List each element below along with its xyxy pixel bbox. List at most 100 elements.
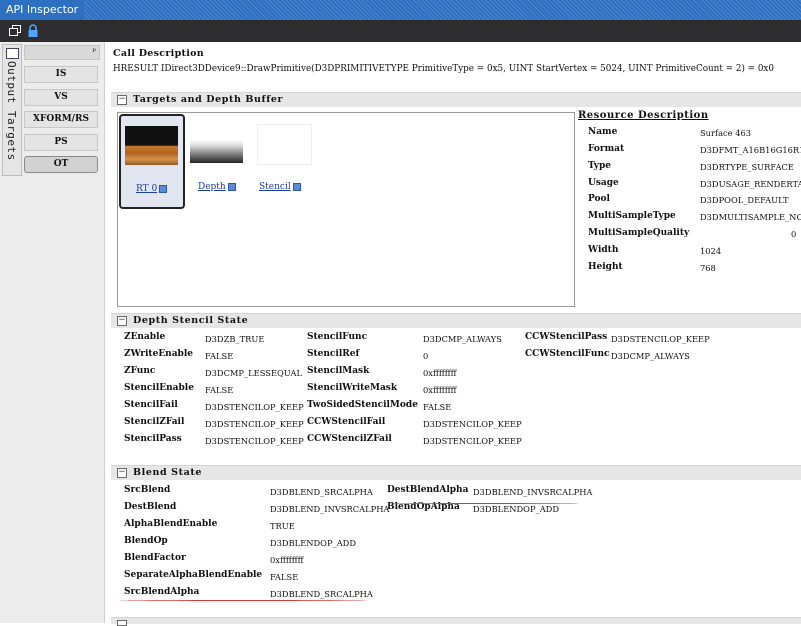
resource-field-name: Width <box>588 245 619 255</box>
state-name: StencilRef <box>307 349 360 359</box>
stencil-thumbnail <box>257 124 312 165</box>
render-target-stencil[interactable]: Stencil <box>253 114 315 205</box>
state-value: D3DBLEND_INVSRCALPHA <box>473 487 593 497</box>
stage-button-xform-rs[interactable]: XFORM/RS <box>24 111 98 128</box>
link-icon <box>159 184 168 193</box>
state-value: D3DZB_TRUE <box>205 334 265 344</box>
state-value: FALSE <box>270 572 299 582</box>
state-value: D3DSTENCILOP_KEEP <box>205 436 304 446</box>
state-value: D3DSTENCILOP_KEEP <box>611 334 710 344</box>
render-target-rt0[interactable]: RT 0 <box>119 114 185 209</box>
state-name: AlphaBlendEnable <box>124 519 218 529</box>
state-value: FALSE <box>205 385 234 395</box>
collapse-icon[interactable]: − <box>117 316 127 326</box>
state-name: StencilMask <box>307 366 370 376</box>
pin-bar: ᵖ <box>24 45 100 60</box>
stencil-label: Stencil <box>259 182 291 192</box>
stage-button-is[interactable]: IS <box>24 66 98 83</box>
resource-field-value: Surface 463 <box>700 128 752 138</box>
stencil-link[interactable]: Stencil <box>259 182 301 192</box>
state-name: StencilEnable <box>124 383 194 393</box>
state-value: FALSE <box>423 402 452 412</box>
state-name: BlendOp <box>124 536 168 546</box>
state-value: D3DBLENDOP_ADD <box>270 538 356 548</box>
state-value: TRUE <box>270 521 295 531</box>
resource-field-value: D3DFMT_A16B16G16R16F <box>700 145 801 155</box>
highlight-underline <box>387 503 579 504</box>
state-value: D3DCMP_LESSEQUAL <box>205 368 303 378</box>
resource-field-name: MultiSampleQuality <box>588 228 690 238</box>
output-targets-tab[interactable]: Output Targets <box>2 44 22 176</box>
state-value: D3DCMP_ALWAYS <box>423 334 502 344</box>
depth-link[interactable]: Depth <box>198 182 236 192</box>
collapse-icon[interactable] <box>117 620 127 626</box>
state-value: D3DBLENDOP_ADD <box>473 504 559 514</box>
output-targets-label: Output Targets <box>5 61 18 161</box>
state-value: 0xffffffff <box>423 385 457 395</box>
rt0-label: RT 0 <box>136 184 158 194</box>
state-name: StencilFail <box>124 400 178 410</box>
state-value: D3DSTENCILOP_KEEP <box>205 402 304 412</box>
state-value: 0xffffffff <box>270 555 304 565</box>
call-description-text: HRESULT IDirect3DDevice9::DrawPrimitive(… <box>113 64 774 74</box>
highlight-underline <box>119 600 367 601</box>
toolbar <box>0 20 801 42</box>
state-value: 0xffffffff <box>423 368 457 378</box>
main-panel: Call Description HRESULT IDirect3DDevice… <box>105 42 801 626</box>
link-icon <box>292 182 301 191</box>
blend-section-header[interactable]: − Blend State <box>111 465 801 480</box>
state-value: 0 <box>423 351 429 361</box>
state-name: BlendFactor <box>124 553 186 563</box>
call-description-heading: Call Description <box>113 48 204 59</box>
window-icon <box>6 48 19 59</box>
state-value: D3DSTENCILOP_KEEP <box>423 436 522 446</box>
resource-field-value: 1024 <box>700 246 722 256</box>
state-name: DestBlendAlpha <box>387 485 469 495</box>
stage-button-ps[interactable]: PS <box>24 134 98 151</box>
state-name: ZFunc <box>124 366 156 376</box>
state-name: SeparateAlphaBlendEnable <box>124 570 263 580</box>
state-name: StencilPass <box>124 434 182 444</box>
stage-button-vs[interactable]: VS <box>24 89 98 106</box>
resource-field-name: Usage <box>588 178 619 188</box>
state-value: D3DBLEND_SRCALPHA <box>270 589 373 599</box>
rt0-link[interactable]: RT 0 <box>136 184 168 194</box>
render-targets-area: RT 0 Depth Stencil <box>117 112 575 307</box>
render-target-depth[interactable]: Depth <box>186 114 248 205</box>
window-restore-icon[interactable] <box>8 24 22 38</box>
resource-description-title: Resource Description <box>578 110 709 121</box>
targets-section-title: Targets and Depth Buffer <box>133 94 284 105</box>
state-name: StencilZFail <box>124 417 185 427</box>
resource-field-name: Name <box>588 127 618 137</box>
state-value: D3DSTENCILOP_KEEP <box>423 419 522 429</box>
resource-field-value: 0 <box>791 229 797 239</box>
state-name: CCWStencilFunc <box>525 349 610 359</box>
state-name: SrcBlendAlpha <box>124 587 200 597</box>
state-name: StencilFunc <box>307 332 368 342</box>
resource-field-name: Type <box>588 161 611 171</box>
pin-icon[interactable]: ᵖ <box>92 46 96 59</box>
state-name: TwoSidedStencilMode <box>307 400 418 410</box>
resource-field-value: D3DMULTISAMPLE_NONE <box>700 212 801 222</box>
lock-icon[interactable] <box>26 24 40 38</box>
state-name: ZWriteEnable <box>124 349 193 359</box>
resource-field-value: D3DRTYPE_SURFACE <box>700 162 794 172</box>
state-name: CCWStencilFail <box>307 417 386 427</box>
targets-section-header[interactable]: − Targets and Depth Buffer <box>111 92 801 107</box>
resource-field-value: D3DPOOL_DEFAULT <box>700 195 789 205</box>
state-value: D3DSTENCILOP_KEEP <box>205 419 304 429</box>
resource-field-value: 768 <box>700 263 716 273</box>
collapse-icon[interactable]: − <box>117 468 127 478</box>
title-bar: API Inspector <box>0 0 801 20</box>
state-value: FALSE <box>205 351 234 361</box>
resource-field-name: Height <box>588 262 623 272</box>
state-name: SrcBlend <box>124 485 171 495</box>
state-value: D3DBLEND_SRCALPHA <box>270 487 373 497</box>
state-name: DestBlend <box>124 502 177 512</box>
collapse-icon[interactable]: − <box>117 95 127 105</box>
depth-stencil-section-header[interactable]: − Depth Stencil State <box>111 313 801 328</box>
link-icon <box>227 182 236 191</box>
resource-field-name: Pool <box>588 194 610 204</box>
stage-button-ot[interactable]: OT <box>24 156 98 173</box>
depth-thumbnail <box>190 124 243 163</box>
